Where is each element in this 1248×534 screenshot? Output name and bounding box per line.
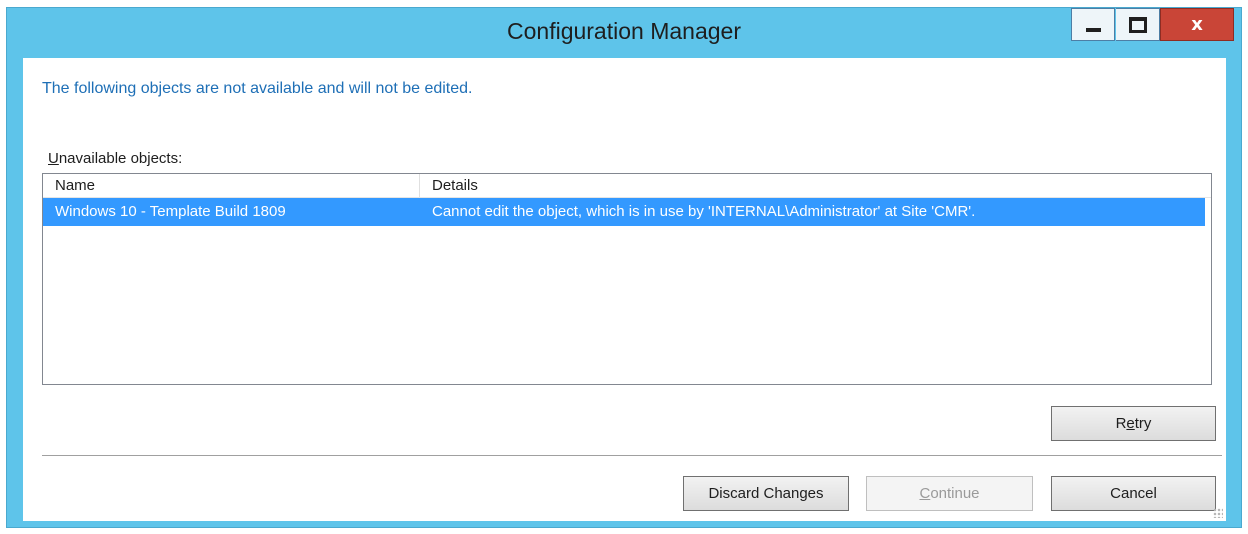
discard-changes-button[interactable]: Discard Changes bbox=[683, 476, 849, 511]
minimize-icon bbox=[1085, 27, 1101, 32]
item-details: Cannot edit the object, which is in use … bbox=[432, 203, 976, 220]
column-header-name[interactable]: Name bbox=[43, 174, 420, 197]
continue-button[interactable]: Continue bbox=[866, 476, 1033, 511]
unavailable-objects-list[interactable]: Name Details Windows 10 - Template Build… bbox=[42, 173, 1212, 385]
maximize-icon bbox=[1128, 16, 1147, 33]
list-item[interactable]: Windows 10 - Template Build 1809 Cannot … bbox=[43, 198, 1205, 226]
retry-label-suffix: try bbox=[1134, 415, 1152, 432]
close-icon: x bbox=[1191, 14, 1203, 35]
dialog-content: The following objects are not available … bbox=[23, 58, 1226, 521]
title-bar[interactable]: Configuration Manager x bbox=[7, 8, 1241, 58]
cancel-button[interactable]: Cancel bbox=[1051, 476, 1216, 511]
minimize-button[interactable] bbox=[1071, 8, 1115, 41]
dialog-window: Configuration Manager x The following ob… bbox=[6, 7, 1242, 528]
retry-button[interactable]: Re try bbox=[1051, 406, 1216, 441]
retry-label-prefix: R bbox=[1115, 415, 1127, 432]
item-name: Windows 10 - Template Build 1809 bbox=[55, 203, 286, 220]
separator bbox=[42, 455, 1222, 457]
continue-label-accelerator: C bbox=[919, 485, 931, 502]
label-accelerator: U bbox=[48, 150, 59, 167]
retry-label-accelerator: e bbox=[1126, 415, 1135, 432]
maximize-button[interactable] bbox=[1116, 8, 1160, 41]
continue-label-suffix: ontinue bbox=[930, 485, 980, 502]
unavailable-objects-label: Unavailable objects: bbox=[48, 150, 182, 167]
column-header-details[interactable]: Details bbox=[420, 174, 1211, 197]
close-button[interactable]: x bbox=[1160, 8, 1234, 41]
resize-grip-icon[interactable] bbox=[1213, 508, 1223, 518]
window-title: Configuration Manager bbox=[507, 18, 741, 44]
label-text: navailable objects: bbox=[58, 150, 183, 167]
info-message: The following objects are not available … bbox=[42, 80, 473, 97]
list-header: Name Details bbox=[43, 174, 1211, 198]
